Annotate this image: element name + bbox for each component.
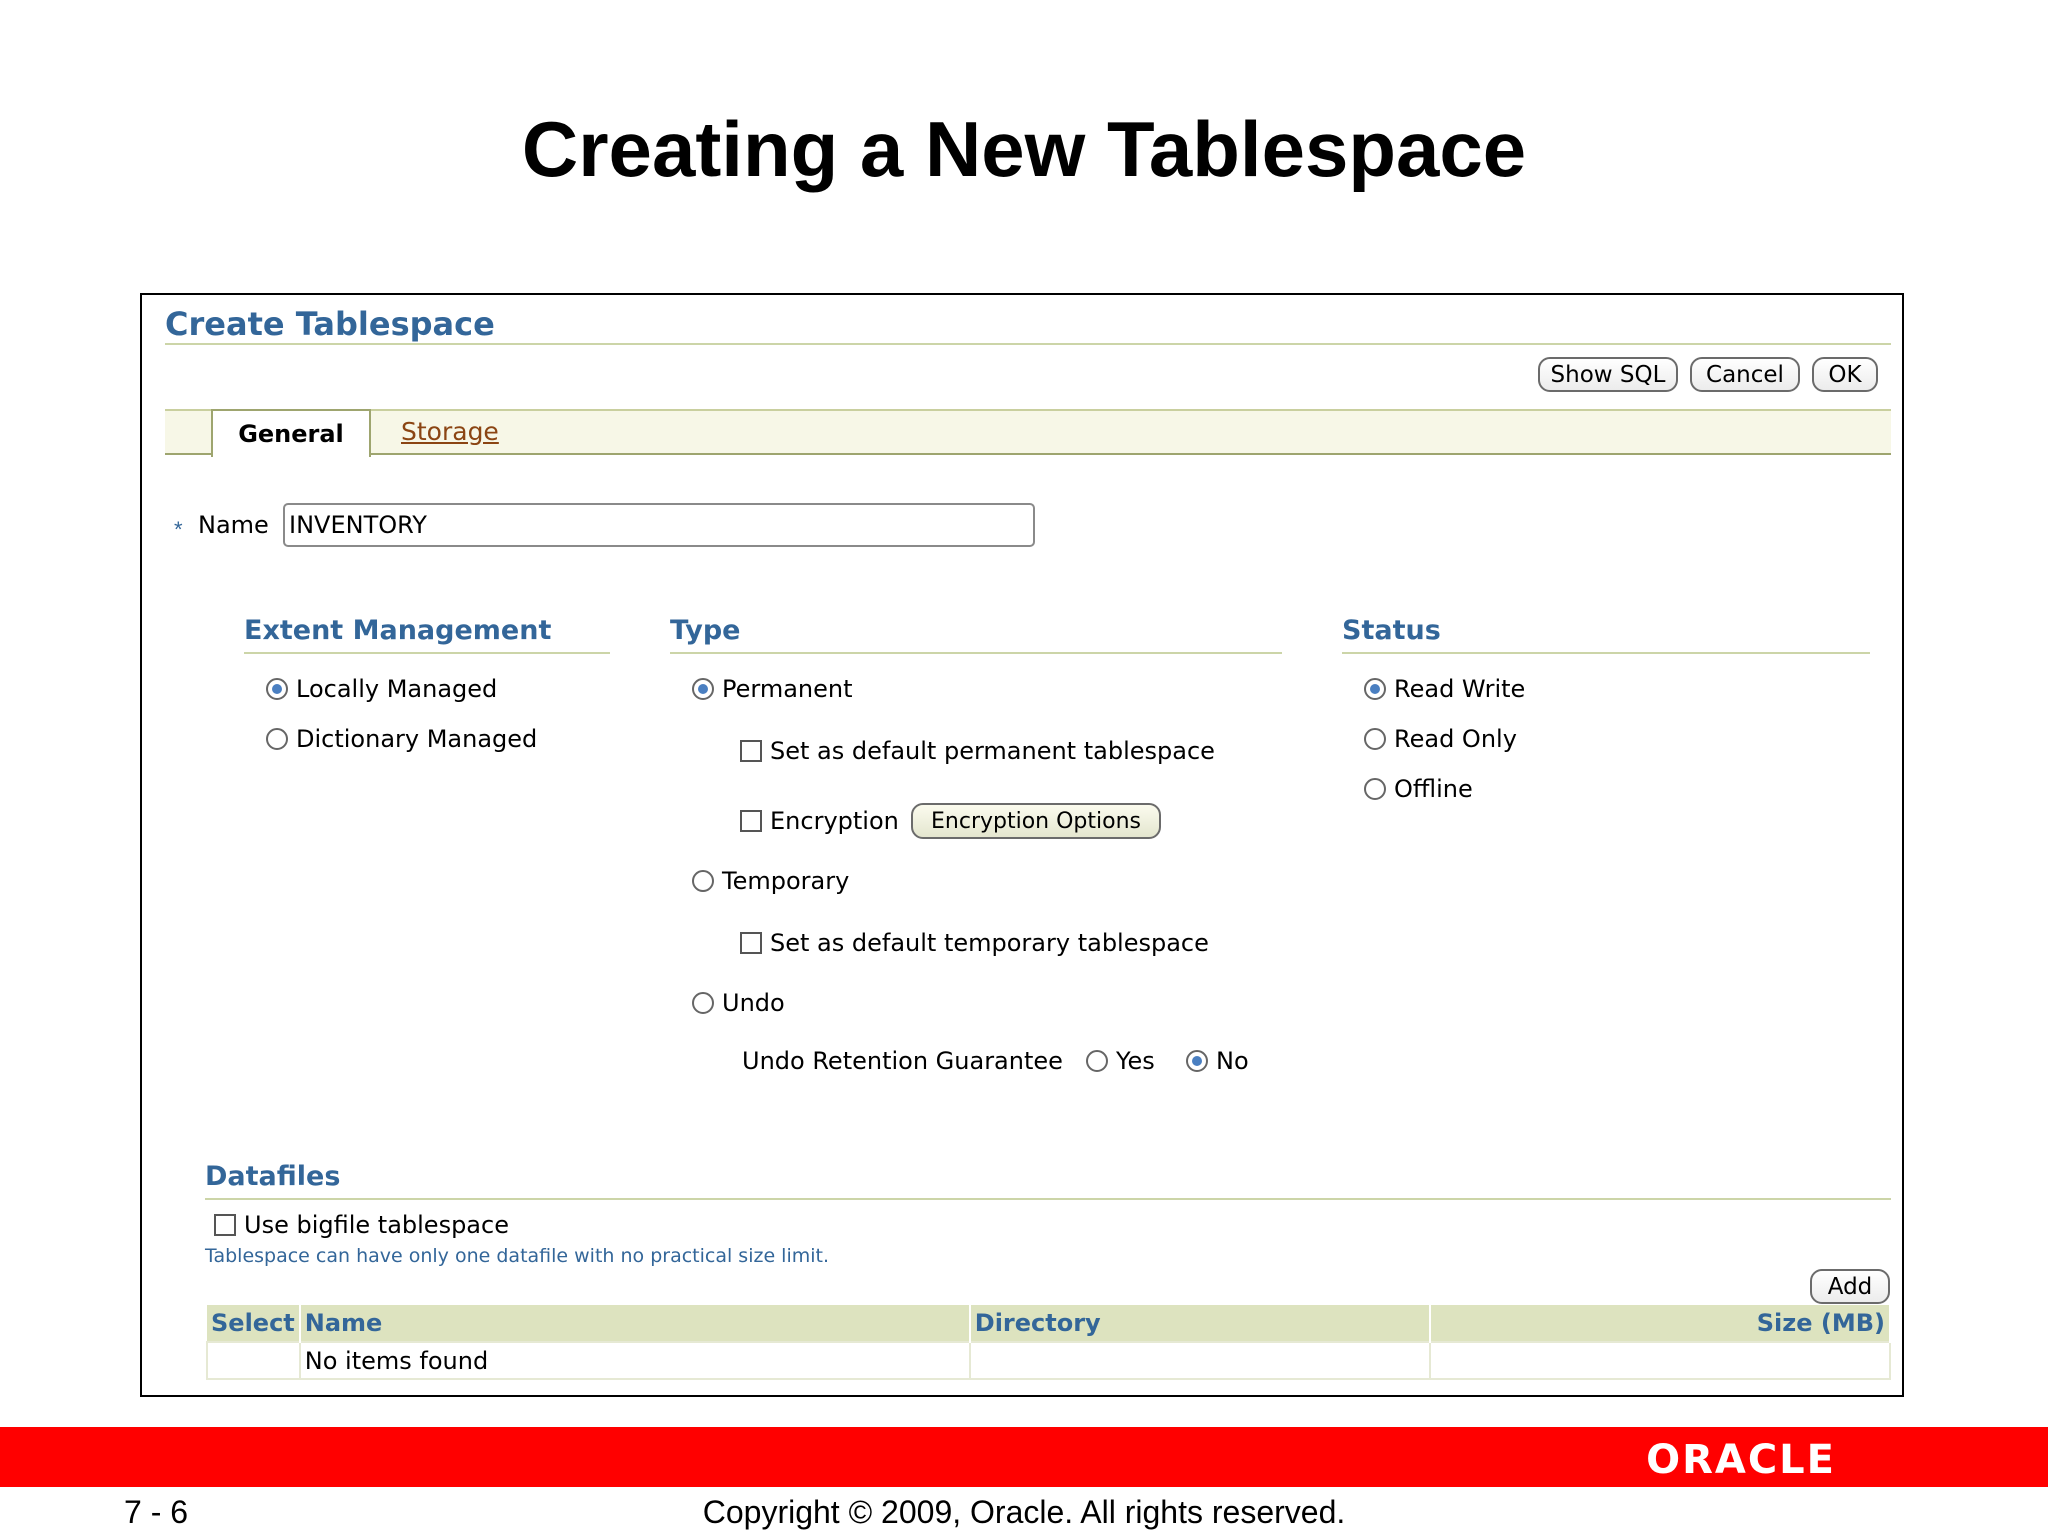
table-header-row: Select Name Directory Size (MB) — [207, 1305, 1892, 1342]
radio-icon — [1364, 728, 1386, 750]
radio-icon — [692, 870, 714, 892]
table-cell-size — [1428, 1341, 1892, 1380]
checkbox-icon — [740, 810, 762, 832]
show-sql-button[interactable]: Show SQL — [1538, 357, 1678, 392]
undo-radio[interactable]: Undo — [692, 989, 785, 1017]
radio-selected-icon — [1364, 678, 1386, 700]
column-header-size[interactable]: Size (MB) — [1429, 1305, 1892, 1342]
bigfile-checkbox[interactable]: Use bigfile tablespace — [214, 1211, 509, 1239]
slide-title: Creating a New Tablespace — [521, 105, 1527, 193]
undo-retention-no-radio[interactable]: No — [1186, 1047, 1249, 1075]
copyright-notice: Copyright © 2009, Oracle. All rights res… — [702, 1494, 1346, 1530]
permanent-label: Permanent — [722, 675, 853, 703]
checkbox-icon — [740, 932, 762, 954]
permanent-radio[interactable]: Permanent — [692, 675, 853, 703]
name-input[interactable] — [283, 503, 1035, 547]
read-only-radio[interactable]: Read Only — [1364, 725, 1517, 753]
locally-managed-radio[interactable]: Locally Managed — [266, 675, 497, 703]
encryption-options-button[interactable]: Encryption Options — [911, 803, 1161, 839]
ok-button[interactable]: OK — [1812, 357, 1878, 392]
radio-selected-icon — [692, 678, 714, 700]
radio-selected-icon — [1186, 1050, 1208, 1072]
cancel-button[interactable]: Cancel — [1690, 357, 1800, 392]
page-title: Create Tablespace — [165, 305, 495, 343]
table-row: No items found — [206, 1341, 1892, 1380]
undo-retention-no-label: No — [1216, 1047, 1249, 1075]
tab-bar: General Storage — [165, 409, 1891, 457]
undo-label: Undo — [722, 989, 785, 1017]
default-temporary-label: Set as default temporary tablespace — [770, 929, 1209, 957]
datafiles-table: Select Name Directory Size (MB) No items… — [206, 1305, 1892, 1380]
type-heading: Type — [670, 615, 741, 646]
encryption-checkbox[interactable]: Encryption — [740, 807, 899, 835]
column-header-name[interactable]: Name — [299, 1305, 971, 1342]
add-button[interactable]: Add — [1810, 1269, 1890, 1304]
extent-management-heading: Extent Management — [244, 615, 552, 646]
radio-selected-icon — [266, 678, 288, 700]
datafiles-heading: Datafiles — [205, 1161, 341, 1192]
oracle-logo: ORACLE — [1646, 1437, 1836, 1483]
temporary-label: Temporary — [722, 867, 850, 895]
undo-retention-text: Undo Retention Guarantee — [742, 1047, 1063, 1075]
bigfile-hint: Tablespace can have only one datafile wi… — [205, 1245, 830, 1267]
offline-label: Offline — [1394, 775, 1473, 803]
empty-table-message: No items found — [298, 1341, 971, 1380]
radio-icon — [692, 992, 714, 1014]
undo-retention-label: Undo Retention Guarantee — [742, 1047, 1063, 1075]
table-cell-select — [206, 1341, 301, 1380]
offline-radio[interactable]: Offline — [1364, 775, 1473, 803]
default-permanent-label: Set as default permanent tablespace — [770, 737, 1215, 765]
read-write-radio[interactable]: Read Write — [1364, 675, 1525, 703]
required-indicator: * — [174, 517, 183, 542]
undo-retention-yes-label: Yes — [1116, 1047, 1155, 1075]
create-tablespace-panel: Create Tablespace Show SQL Cancel OK Gen… — [140, 293, 1904, 1397]
title-divider — [165, 343, 1891, 345]
checkbox-icon — [214, 1214, 236, 1236]
status-divider — [1342, 652, 1870, 654]
radio-icon — [1364, 778, 1386, 800]
extent-management-divider — [244, 652, 610, 654]
footer-bar: ORACLE — [0, 1427, 2048, 1487]
radio-icon — [266, 728, 288, 750]
column-header-directory[interactable]: Directory — [969, 1305, 1431, 1342]
table-cell-directory — [968, 1341, 1431, 1380]
dictionary-managed-label: Dictionary Managed — [296, 725, 538, 753]
read-write-label: Read Write — [1394, 675, 1526, 703]
type-divider — [670, 652, 1282, 654]
undo-retention-yes-radio[interactable]: Yes — [1086, 1047, 1155, 1075]
status-heading: Status — [1342, 615, 1441, 646]
tab-storage[interactable]: Storage — [401, 417, 499, 446]
name-label: Name — [198, 511, 269, 539]
read-only-label: Read Only — [1394, 725, 1517, 753]
temporary-radio[interactable]: Temporary — [692, 867, 849, 895]
locally-managed-label: Locally Managed — [296, 675, 498, 703]
radio-icon — [1086, 1050, 1108, 1072]
bigfile-label: Use bigfile tablespace — [244, 1211, 509, 1239]
datafiles-divider — [205, 1198, 1891, 1200]
tab-general[interactable]: General — [211, 409, 371, 457]
encryption-label: Encryption — [770, 807, 899, 835]
default-temporary-checkbox[interactable]: Set as default temporary tablespace — [740, 929, 1209, 957]
checkbox-icon — [740, 740, 762, 762]
column-header-select[interactable]: Select — [207, 1305, 301, 1342]
dictionary-managed-radio[interactable]: Dictionary Managed — [266, 725, 537, 753]
default-permanent-checkbox[interactable]: Set as default permanent tablespace — [740, 737, 1215, 765]
